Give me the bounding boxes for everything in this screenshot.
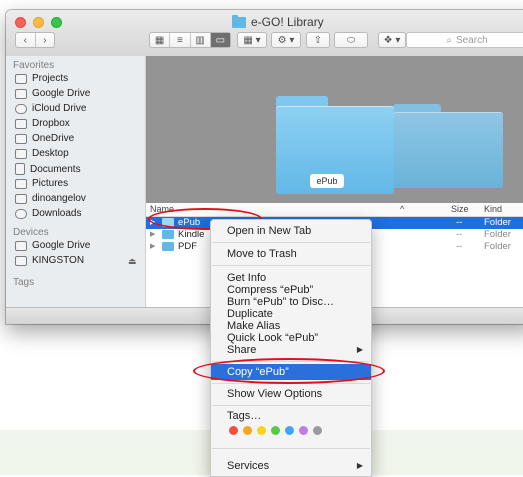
folder-icon [162,230,174,239]
camera-icon [15,178,27,189]
tag-dot-green[interactable] [271,426,280,435]
window-title: e-GO! Library [232,14,324,29]
menu-separator [212,265,370,266]
folder-icon [15,118,27,129]
menu-item-open-in-new-tab[interactable]: Open in New Tab [211,224,371,238]
folder-preview-label: ePub [310,174,344,188]
menu-separator [212,242,370,243]
download-icon [15,208,27,219]
drive-icon [15,240,27,251]
home-icon [15,193,27,204]
back-forward-buttons[interactable]: ‹ › [15,32,55,48]
dropbox-button[interactable]: ❖ ▾ [378,32,406,48]
title-bar: e-GO! Library ‹ › ▦ ≡ ▥ ▭ ▦ ▾ ⚙ ▾ ⇧ ⬭ ❖ … [6,10,523,57]
column-header-size[interactable]: Size [451,204,469,214]
sidebar-heading-tags: Tags [13,277,35,288]
sidebar-item-desktop[interactable]: Desktop [15,148,69,159]
tag-dot-orange[interactable] [243,426,252,435]
column-header-kind[interactable]: Kind [484,204,502,214]
action-button[interactable]: ⚙ ▾ [271,32,301,48]
sort-indicator-icon[interactable]: ^ [400,204,404,214]
icon-view-icon[interactable]: ▦ [150,33,171,47]
arrange-button[interactable]: ▦ ▾ [237,32,267,48]
menu-item-move-to-trash[interactable]: Move to Trash [211,247,371,261]
search-icon: ⌕ [446,34,452,46]
menu-item-share[interactable]: Share ▶ [211,343,371,357]
sidebar-item-home[interactable]: dinoangelov [15,193,86,204]
folder-kindle-preview[interactable] [393,104,503,188]
sidebar: Favorites Projects Google Drive iCloud D… [6,56,146,308]
sidebar-heading-devices: Devices [13,227,49,238]
desktop-icon [15,148,27,159]
tag-dot-purple[interactable] [299,426,308,435]
sidebar-item-dropbox[interactable]: Dropbox [15,118,70,129]
cover-flow-preview: ePub [146,56,523,203]
sidebar-item-icloud-drive[interactable]: iCloud Drive [15,103,86,114]
tag-dot-red[interactable] [229,426,238,435]
context-menu: Open in New Tab Move to Trash Get Info C… [210,219,372,477]
sidebar-item-device-google-drive[interactable]: Google Drive [15,240,90,251]
edit-tags-button[interactable]: ⬭ [334,32,368,48]
sidebar-item-projects[interactable]: Projects [15,73,68,84]
forward-icon[interactable]: › [36,33,55,47]
share-button[interactable]: ⇧ [306,32,330,48]
folder-icon [15,133,27,144]
menu-separator [212,448,370,449]
google-drive-icon [15,88,27,99]
menu-item-services[interactable]: Services ▶ [211,459,371,473]
zoom-button[interactable] [51,17,62,28]
back-icon[interactable]: ‹ [16,33,36,47]
submenu-arrow-icon: ▶ [356,345,363,354]
folder-icon [15,73,27,84]
cover-flow-icon[interactable]: ▭ [210,33,230,47]
search-field[interactable]: ⌕ Search [406,32,523,48]
cloud-icon [15,103,27,114]
sidebar-item-downloads[interactable]: Downloads [15,208,81,219]
disclosure-triangle-icon[interactable]: ▶ [150,229,155,241]
menu-item-services-label: Services [227,460,270,472]
sidebar-item-kingston[interactable]: KINGSTON [15,255,84,266]
tag-dot-gray[interactable] [313,426,322,435]
menu-item-share-label: Share [227,344,257,356]
usb-drive-icon [15,255,27,266]
sidebar-item-onedrive[interactable]: OneDrive [15,133,74,144]
menu-item-show-view-options[interactable]: Show View Options [211,387,371,401]
view-mode-control[interactable]: ▦ ≡ ▥ ▭ [149,32,231,48]
folder-epub-preview[interactable]: ePub [276,96,394,194]
close-button[interactable] [15,17,26,28]
folder-icon [232,14,246,28]
tag-dot-blue[interactable] [285,426,294,435]
folder-icon [162,242,174,251]
menu-separator [212,405,370,406]
menu-item-tags[interactable]: Tags… [211,409,371,423]
sidebar-item-pictures[interactable]: Pictures [15,178,68,189]
sidebar-item-google-drive[interactable]: Google Drive [15,88,90,99]
eject-icon[interactable]: ⏏ [128,256,137,267]
tag-dot-yellow[interactable] [257,426,266,435]
tag-color-picker [229,426,322,435]
minimize-button[interactable] [33,17,44,28]
submenu-arrow-icon: ▶ [356,461,363,470]
disclosure-triangle-icon[interactable]: ▶ [150,241,155,253]
sidebar-item-documents[interactable]: Documents [15,163,81,175]
highlight-ring-copy-item [193,358,385,384]
sidebar-heading-favorites: Favorites [13,60,55,71]
list-view-icon[interactable]: ≡ [170,33,191,47]
document-icon [15,163,25,175]
column-view-icon[interactable]: ▥ [191,33,211,47]
